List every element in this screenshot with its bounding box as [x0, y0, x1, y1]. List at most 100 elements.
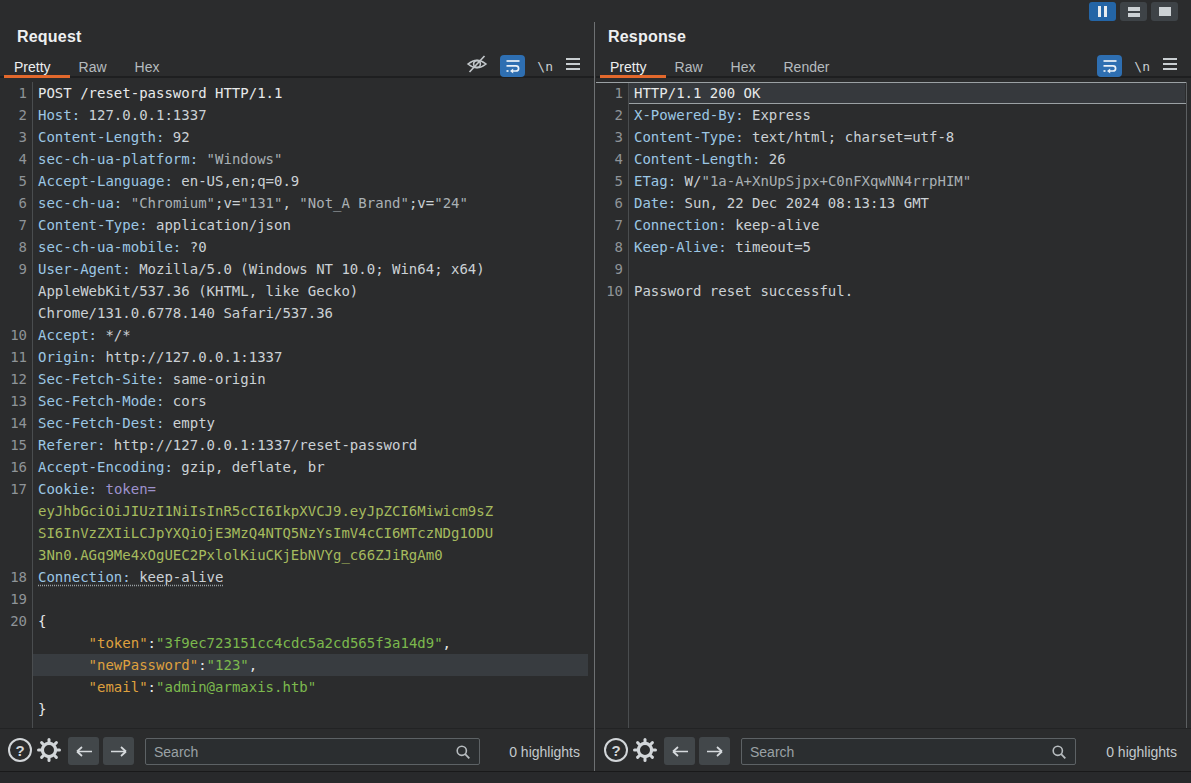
code-segment: HTTP/1.1 200 OK	[634, 85, 760, 101]
response-editor[interactable]: 1 HTTP/1.1 200 OK 2X-Powered-By: Express3C…	[596, 82, 1191, 728]
code-line[interactable]: 16Accept-Encoding: gzip, deflate, br	[0, 456, 594, 478]
request-editor[interactable]: 1POST /reset-password HTTP/1.12Host: 127…	[0, 82, 594, 728]
code-line[interactable]: 3Content-Length: 92	[0, 126, 594, 148]
gear-icon[interactable]	[36, 737, 62, 767]
code-text: sec-ch-ua-mobile: ?0	[33, 236, 588, 258]
code-line[interactable]: 11Origin: http://127.0.0.1:1337	[0, 346, 594, 368]
search-input[interactable]	[742, 739, 1075, 764]
search-icon[interactable]	[455, 744, 471, 764]
help-icon[interactable]: ?	[8, 738, 32, 762]
tab-raw[interactable]: Raw	[79, 59, 107, 75]
menu-icon[interactable]	[565, 57, 581, 75]
stacked-layout-button[interactable]	[1120, 2, 1147, 21]
code-line[interactable]: 2X-Powered-By: Express	[596, 104, 1191, 126]
panel-divider[interactable]	[594, 22, 595, 771]
tab-pretty[interactable]: Pretty	[14, 59, 51, 75]
code-line[interactable]: 7Content-Type: application/json	[0, 214, 594, 236]
tab-hex[interactable]: Hex	[135, 59, 160, 75]
code-segment: "Chromium"	[131, 195, 215, 211]
newline-icon[interactable]: \n	[537, 59, 553, 74]
code-line[interactable]: 20{	[0, 610, 594, 632]
code-text: SI6InVzZXIiLCJpYXQiOjE3MzQ4NTQ5NzYsImV4c…	[33, 522, 588, 544]
prev-match-button[interactable]	[664, 737, 695, 765]
code-line[interactable]: 7Connection: keep-alive	[596, 214, 1191, 236]
code-line[interactable]: 9User-Agent: Mozilla/5.0 (Windows NT 10.…	[0, 258, 594, 280]
code-segment: 127.0.0.1:1337	[80, 107, 206, 123]
bottom-edge	[0, 771, 1191, 783]
word-wrap-toggle[interactable]	[1097, 55, 1122, 77]
line-number: 11	[0, 346, 27, 368]
code-line[interactable]: 8Keep-Alive: timeout=5	[596, 236, 1191, 258]
pause-button[interactable]	[1089, 2, 1116, 21]
menu-icon[interactable]	[1162, 57, 1178, 75]
code-line[interactable]: 4Content-Length: 26	[596, 148, 1191, 170]
code-line[interactable]: Chrome/131.0.6778.140 Safari/537.36	[0, 302, 594, 324]
code-line[interactable]: 19	[0, 588, 594, 610]
code-line[interactable]: 1 HTTP/1.1 200 OK	[596, 82, 1191, 104]
line-number: 5	[0, 170, 27, 192]
code-line[interactable]: 15Referer: http://127.0.0.1:1337/reset-p…	[0, 434, 594, 456]
tab-pretty[interactable]: Pretty	[610, 59, 647, 75]
code-text: Referer: http://127.0.0.1:1337/reset-pas…	[33, 434, 588, 456]
code-line[interactable]: 14Sec-Fetch-Dest: empty	[0, 412, 594, 434]
word-wrap-toggle[interactable]	[500, 55, 525, 77]
code-line[interactable]: 3Nn0.AGq9Me4xOgUEC2PxlolKiuCKjEbNVYg_c66…	[0, 544, 594, 566]
code-segment	[122, 195, 130, 211]
code-segment: AppleWebKit/537.36 (KHTML, like Gecko)	[38, 283, 358, 299]
code-line[interactable]: "email":"admin@armaxis.htb"	[0, 676, 594, 698]
tab-raw[interactable]: Raw	[675, 59, 703, 75]
code-segment: Mozilla/5.0 (Windows NT 10.0; Win64; x64…	[131, 261, 485, 277]
code-line[interactable]: 5Accept-Language: en-US,en;q=0.9	[0, 170, 594, 192]
newline-icon[interactable]: \n	[1134, 59, 1150, 74]
line-number: 2	[0, 104, 27, 126]
code-text: Sec-Fetch-Mode: cors	[33, 390, 588, 412]
code-line[interactable]: "newPassword":"123",	[0, 654, 594, 676]
code-line[interactable]: 1POST /reset-password HTTP/1.1	[0, 82, 594, 104]
code-line[interactable]: 12Sec-Fetch-Site: same-origin	[0, 368, 594, 390]
code-line[interactable]: 17Cookie: token=	[0, 478, 594, 500]
tab-render[interactable]: Render	[784, 59, 830, 75]
code-line[interactable]: 4sec-ch-ua-platform: "Windows"	[0, 148, 594, 170]
code-line[interactable]: }	[0, 698, 594, 720]
code-segment	[198, 151, 206, 167]
code-segment: http://127.0.0.1:1337/reset-password	[105, 437, 417, 453]
code-line[interactable]: 3Content-Type: text/html; charset=utf-8	[596, 126, 1191, 148]
code-segment: gzip, deflate, br	[173, 459, 325, 475]
code-segment: Accept-Language:	[38, 173, 173, 189]
code-line[interactable]: 13Sec-Fetch-Mode: cors	[0, 390, 594, 412]
single-layout-button[interactable]	[1151, 2, 1178, 21]
next-match-button[interactable]	[699, 737, 730, 765]
code-line[interactable]: "token":"3f9ec723151cc4cdc5a2cd565f3a14d…	[0, 632, 594, 654]
code-line[interactable]: 6Date: Sun, 22 Dec 2024 08:13:13 GMT	[596, 192, 1191, 214]
code-line[interactable]: 10Accept: */*	[0, 324, 594, 346]
code-segment: ;v=	[409, 195, 434, 211]
code-line[interactable]: 5ETag: W/"1a-A+XnUpSjpx+C0nFXqwNN4rrpHIM…	[596, 170, 1191, 192]
line-number: 1	[596, 82, 623, 104]
code-line[interactable]: 9	[596, 258, 1191, 280]
eye-off-icon[interactable]	[466, 54, 488, 78]
code-text: POST /reset-password HTTP/1.1	[33, 82, 588, 104]
code-line[interactable]: 8sec-ch-ua-mobile: ?0	[0, 236, 594, 258]
code-segment: ,	[443, 635, 451, 651]
code-line[interactable]: SI6InVzZXIiLCJpYXQiOjE3MzQ4NTQ5NzYsImV4c…	[0, 522, 594, 544]
code-line[interactable]: eyJhbGciOiJIUzI1NiIsInR5cCI6IkpXVCJ9.eyJ…	[0, 500, 594, 522]
code-segment: "Not_A Brand"	[299, 195, 409, 211]
tab-hex[interactable]: Hex	[731, 59, 756, 75]
search-input[interactable]	[146, 739, 479, 764]
code-line[interactable]: 10Password reset successful.	[596, 280, 1191, 302]
code-segment: "3f9ec723151cc4cdc5a2cd565f3a14d9"	[156, 635, 443, 651]
help-icon[interactable]: ?	[604, 738, 628, 762]
code-line[interactable]: 18Connection: keep-alive	[0, 566, 594, 588]
code-segment: "email"	[89, 679, 148, 695]
next-match-button[interactable]	[103, 737, 134, 765]
line-number: 8	[596, 236, 623, 258]
code-line[interactable]: 6sec-ch-ua: "Chromium";v="131", "Not_A B…	[0, 192, 594, 214]
prev-match-button[interactable]	[68, 737, 99, 765]
code-segment: empty	[164, 415, 215, 431]
gear-icon[interactable]	[632, 737, 658, 767]
code-line[interactable]: 2Host: 127.0.0.1:1337	[0, 104, 594, 126]
search-icon[interactable]	[1051, 744, 1067, 764]
scroll-indicator[interactable]	[1186, 82, 1187, 728]
code-line[interactable]: AppleWebKit/537.36 (KHTML, like Gecko)	[0, 280, 594, 302]
word-wrap-icon	[1102, 58, 1118, 74]
